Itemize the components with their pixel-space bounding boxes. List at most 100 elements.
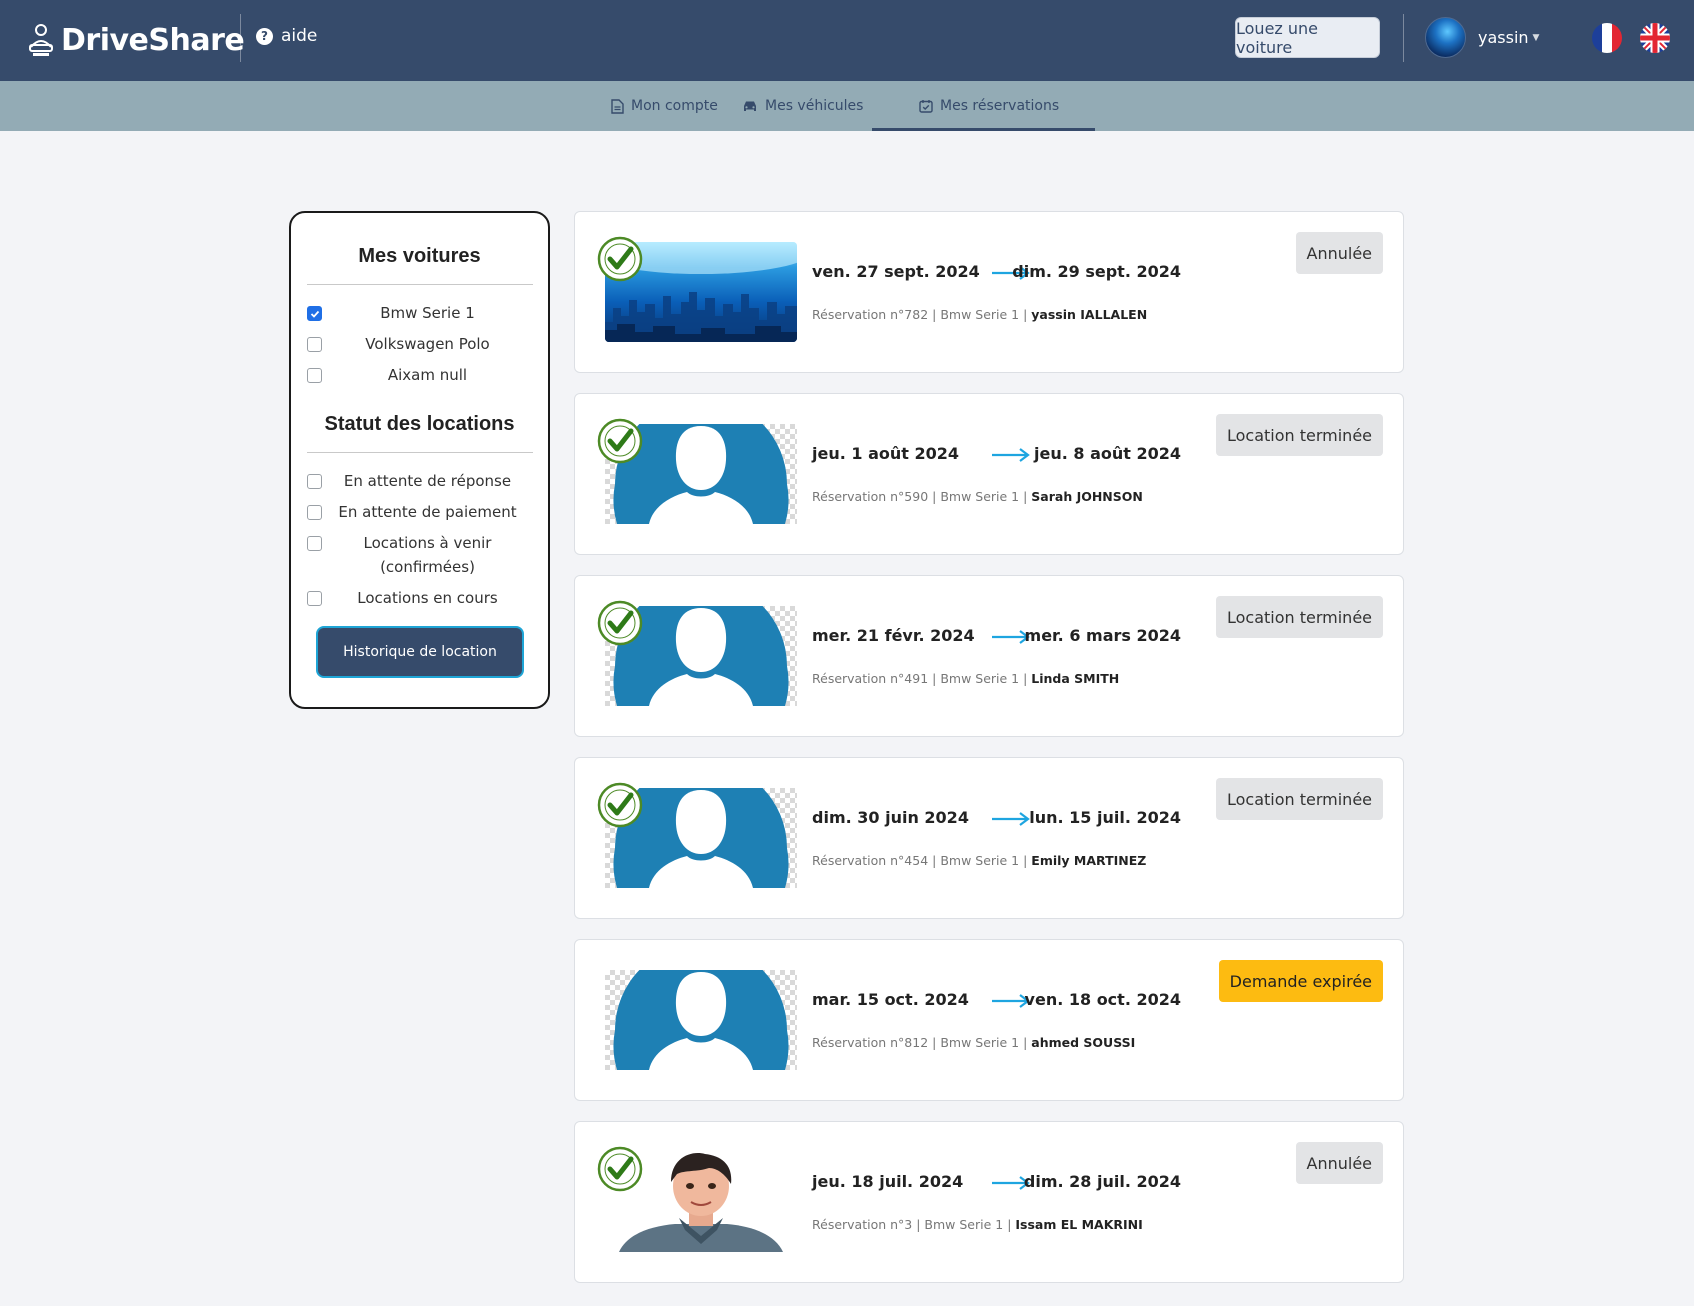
tab-mes-vehicules[interactable]: Mes véhicules [742, 81, 863, 131]
reservation-number: Réservation n°812 | Bmw Serie 1 | [812, 1035, 1032, 1050]
status-badge: Annulée [1295, 1142, 1383, 1184]
start-date: jeu. 18 juil. 2024 [812, 1172, 964, 1191]
end-date: ven. 18 oct. 2024 [1024, 990, 1181, 1009]
renter-name: Linda SMITH [1031, 671, 1120, 686]
french-flag-icon[interactable] [1592, 23, 1622, 53]
help-link[interactable]: ? aide [256, 26, 317, 46]
driver-logo-icon [29, 24, 53, 56]
arrow-right-icon [992, 448, 1030, 462]
reservation-number: Réservation n°491 | Bmw Serie 1 | [812, 671, 1032, 686]
status-filter-ongoing[interactable]: Locations en cours [307, 588, 533, 610]
checkbox[interactable] [307, 474, 322, 489]
status-badge: Location terminée [1215, 596, 1383, 638]
cars-filter-title: Mes voitures [358, 245, 481, 267]
tab-label: Mes réservations [940, 98, 1060, 114]
reservation-meta: Réservation n°590 | Bmw Serie 1 | Sarah … [812, 489, 1143, 504]
filter-label: En attente de réponse [343, 472, 512, 490]
start-date: dim. 30 juin 2024 [812, 808, 969, 827]
start-date: ven. 27 sept. 2024 [812, 262, 980, 281]
checkbox[interactable] [307, 591, 322, 606]
arrow-right-icon [992, 812, 1030, 826]
filter-label: Bmw Serie 1 [380, 304, 475, 322]
status-filter-upcoming[interactable]: Locations à venir (confirmées) [307, 533, 533, 579]
reservation-card[interactable]: jeu. 18 juil. 2024 dim. 28 juil. 2024 Rése… [574, 1121, 1404, 1283]
reservation-card[interactable]: dim. 30 juin 2024 lun. 15 juil. 2024 Réser… [574, 757, 1404, 919]
reservation-card[interactable]: mer. 21 févr. 2024 mer. 6 mars 2024 Réserv… [574, 575, 1404, 737]
end-date: lun. 15 juil. 2024 [1029, 808, 1181, 827]
reservation-card[interactable]: jeu. 1 août 2024 jeu. 8 août 2024 Réservat… [574, 393, 1404, 555]
checkbox[interactable] [307, 536, 322, 551]
document-icon [611, 98, 624, 114]
check-icon [310, 310, 319, 318]
reservation-number: Réservation n°590 | Bmw Serie 1 | [812, 489, 1032, 504]
verified-badge-icon [597, 600, 643, 646]
header-divider [1403, 14, 1404, 62]
reservation-number: Réservation n°782 | Bmw Serie 1 | [812, 307, 1032, 322]
active-tab-indicator [872, 128, 1095, 131]
brand-name: DriveShare [61, 22, 245, 58]
account-subnav: Mon compte Mes véhicules Mes réservation… [0, 81, 1694, 131]
car-icon [744, 101, 756, 111]
checkbox-checked[interactable] [307, 306, 322, 321]
tab-label: Mes véhicules [765, 98, 864, 114]
status-filter-pending-payment[interactable]: En attente de paiement [307, 502, 533, 524]
car-filter-polo[interactable]: Volkswagen Polo [307, 334, 533, 356]
renter-name: Emily MARTINEZ [1031, 853, 1147, 868]
help-label: aide [281, 26, 318, 46]
filter-panel: Mes voitures Bmw Serie 1 Volkswagen Polo… [289, 211, 550, 709]
filter-label: En attente de paiement [338, 503, 517, 521]
calendar-check-icon [919, 100, 933, 113]
filter-label: Locations à venir (confirmées) [363, 534, 492, 576]
car-filter-bmw[interactable]: Bmw Serie 1 [307, 303, 533, 325]
chevron-down-icon: ▼ [1532, 32, 1540, 43]
username: yassin [1478, 28, 1529, 47]
rent-car-button[interactable]: Louez une voiture [1235, 17, 1380, 58]
car-filter-aixam[interactable]: Aixam null [307, 365, 533, 387]
end-date: mer. 6 mars 2024 [1024, 626, 1181, 645]
start-date: mar. 15 oct. 2024 [812, 990, 969, 1009]
start-date: jeu. 1 août 2024 [812, 444, 960, 463]
reservation-meta: Réservation n°491 | Bmw Serie 1 | Linda … [812, 671, 1119, 686]
reservation-meta: Réservation n°782 | Bmw Serie 1 | yassin… [812, 307, 1147, 322]
renter-name: Issam EL MAKRINI [1015, 1217, 1143, 1232]
verified-badge-icon [597, 236, 643, 282]
divider [307, 452, 533, 453]
reservation-card[interactable]: mar. 15 oct. 2024 ven. 18 oct. 2024 Réserv… [574, 939, 1404, 1101]
tab-mon-compte[interactable]: Mon compte [611, 81, 718, 131]
filter-label: Aixam null [387, 366, 468, 384]
reservation-meta: Réservation n°812 | Bmw Serie 1 | ahmed … [812, 1035, 1135, 1050]
end-date: dim. 28 juil. 2024 [1023, 1172, 1181, 1191]
divider [307, 284, 533, 285]
filter-label: Volkswagen Polo [365, 335, 490, 353]
status-badge: Location terminée [1215, 414, 1383, 456]
user-avatar [1425, 17, 1466, 58]
end-date: jeu. 8 août 2024 [1033, 444, 1181, 463]
rental-history-button[interactable]: Historique de location [316, 626, 524, 678]
verified-badge-icon [597, 1146, 643, 1192]
status-badge: Annulée [1295, 232, 1383, 274]
status-filter-title: Statut des locations [324, 413, 515, 435]
uk-flag-icon[interactable] [1640, 23, 1670, 53]
filter-label: Locations en cours [357, 589, 498, 607]
checkbox[interactable] [307, 368, 322, 383]
checkbox[interactable] [307, 505, 322, 520]
renter-name: ahmed SOUSSI [1031, 1035, 1136, 1050]
renter-name: yassin IALLALEN [1031, 307, 1148, 322]
user-menu[interactable]: yassin ▼ [1425, 17, 1539, 58]
reservation-meta: Réservation n°454 | Bmw Serie 1 | Emily … [812, 853, 1146, 868]
verified-badge-icon [597, 418, 643, 464]
reservation-meta: Réservation n°3 | Bmw Serie 1 | Issam EL… [812, 1217, 1143, 1232]
renter-avatar-placeholder [605, 970, 797, 1070]
status-badge: Demande expirée [1218, 960, 1383, 1002]
brand-logo[interactable]: DriveShare [27, 20, 245, 60]
checkbox[interactable] [307, 337, 322, 352]
renter-name: Sarah JOHNSON [1031, 489, 1143, 504]
reservation-card[interactable]: ven. 27 sept. 2024 dim. 29 sept. 2024 Rése… [574, 211, 1404, 373]
tab-label: Mon compte [631, 98, 718, 114]
status-filter-pending-response[interactable]: En attente de réponse [307, 471, 533, 493]
tab-mes-reservations[interactable]: Mes réservations [919, 81, 1059, 131]
start-date: mer. 21 févr. 2024 [812, 626, 975, 645]
reservation-number: Réservation n°3 | Bmw Serie 1 | [812, 1217, 1016, 1232]
question-icon: ? [256, 27, 273, 45]
status-badge: Location terminée [1215, 778, 1383, 820]
